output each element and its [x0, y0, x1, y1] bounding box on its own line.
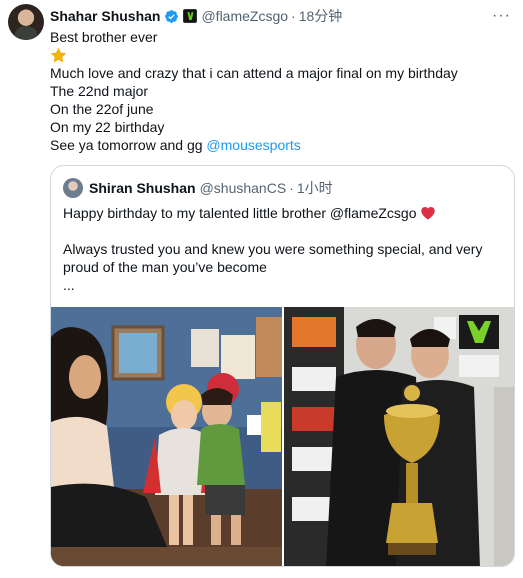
- tweet-line: The 22nd major: [50, 83, 149, 99]
- author-avatar[interactable]: [8, 4, 44, 40]
- separator-dot: ·: [291, 8, 296, 24]
- tweet-line: On my 22 birthday: [50, 119, 165, 135]
- mention-link[interactable]: @mousesports: [206, 137, 300, 153]
- tweet-line: Much love and crazy that i can attend a …: [50, 65, 458, 81]
- star-icon: [50, 47, 67, 63]
- quoted-tweet-line: [63, 222, 502, 240]
- tweet-line: See ya tomorrow and gg @mousesports: [50, 136, 511, 154]
- quoted-photo-childhood[interactable]: [51, 307, 282, 566]
- quoted-author-avatar[interactable]: [63, 178, 83, 198]
- quoted-tweet-line: Happy birthday to my talented little bro…: [63, 204, 502, 222]
- affiliate-badge-icon[interactable]: [183, 9, 198, 23]
- tweet-header: Shahar Shushan @flameZcsgo · 18分钟 ···: [50, 6, 511, 26]
- verified-badge-icon: [165, 9, 179, 23]
- quoted-tweet-header: Shiran Shushan @shushanCS · 1小时: [63, 178, 333, 198]
- red-heart-icon: [420, 207, 435, 220]
- tweet-time[interactable]: 18分钟: [299, 6, 343, 26]
- tweet-line: Best brother ever: [50, 29, 158, 45]
- tweet-line: [50, 46, 511, 64]
- author-name[interactable]: Shahar Shushan: [50, 8, 160, 24]
- more-options-icon[interactable]: ···: [492, 8, 511, 24]
- author-handle[interactable]: @flameZcsgo: [201, 8, 288, 24]
- tweet-text: Best brother ever Much love and crazy th…: [50, 28, 511, 154]
- quoted-author-name[interactable]: Shiran Shushan: [89, 180, 196, 196]
- tweet-line: On the 22of june: [50, 101, 154, 117]
- tweet-line-text: See ya tomorrow and gg: [50, 137, 207, 153]
- quoted-tweet[interactable]: Shiran Shushan @shushanCS · 1小时 Happy bi…: [50, 165, 515, 567]
- quoted-author-handle[interactable]: @shushanCS: [200, 180, 287, 196]
- quoted-tweet-time[interactable]: 1小时: [297, 178, 333, 198]
- quoted-tweet-line: ...: [63, 277, 75, 293]
- quoted-tweet-line: Always trusted you and knew you were som…: [63, 241, 483, 257]
- quoted-photo-trophy[interactable]: [284, 307, 514, 566]
- quoted-tweet-line: proud of the man you’ve become: [63, 259, 267, 275]
- separator-dot: ·: [289, 180, 294, 196]
- quoted-tweet-text: Happy birthday to my talented little bro…: [63, 204, 502, 294]
- quoted-tweet-line-text: Happy birthday to my talented little bro…: [63, 205, 417, 221]
